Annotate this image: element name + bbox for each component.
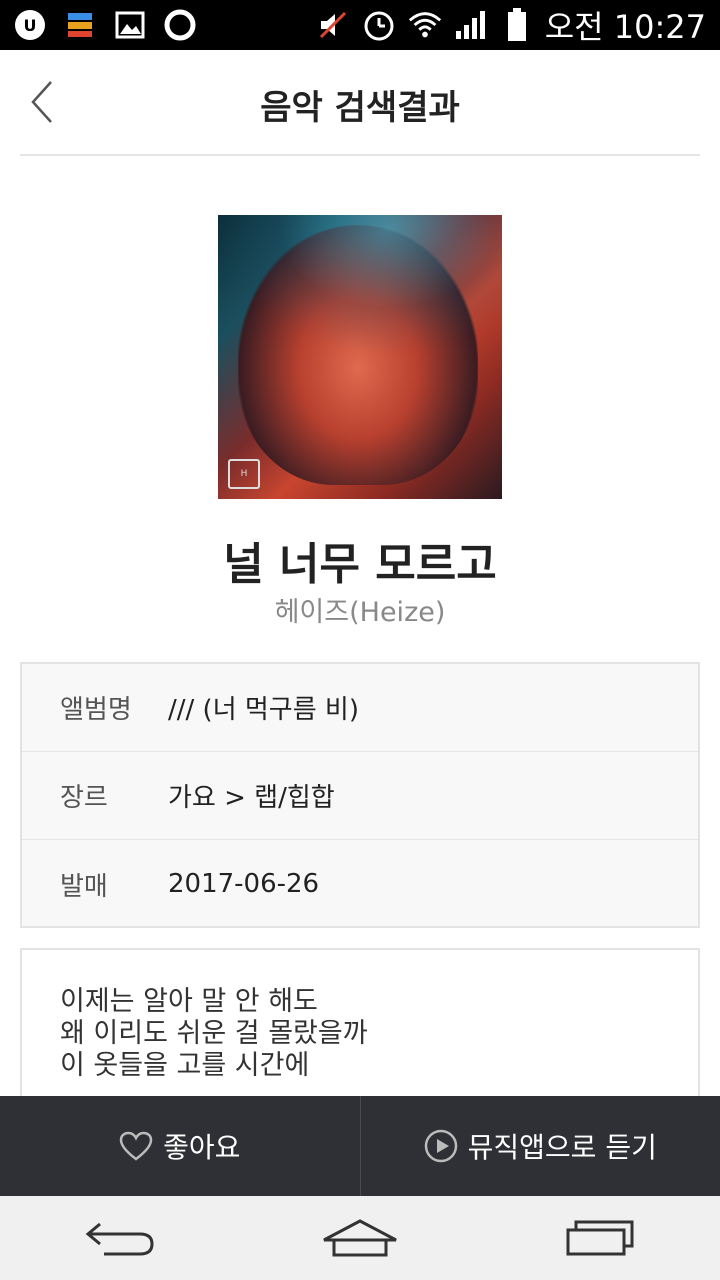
lyrics-panel[interactable]: 이제는 알아 말 안 해도 왜 이리도 쉬운 걸 몰랐을까 이 옷들을 고를 시… <box>20 948 700 1108</box>
like-button[interactable]: 좋아요 <box>0 1096 360 1196</box>
artist-name: 헤이즈(Heize) <box>274 597 446 628</box>
info-value: 가요 > 랩/힙합 <box>168 783 335 813</box>
home-icon <box>323 1219 397 1257</box>
battery-icon <box>499 7 535 43</box>
nav-home-button[interactable] <box>315 1208 405 1268</box>
info-value: 2017-06-26 <box>168 869 320 899</box>
wifi-icon <box>407 7 443 43</box>
song-title: 널 너무 모르고 <box>223 539 497 590</box>
like-label: 좋아요 <box>163 1131 241 1164</box>
cover-logo-icon: H <box>228 459 260 489</box>
mute-icon <box>315 7 351 43</box>
info-table: 앨범명 /// (너 먹구름 비) 장르 가요 > 랩/힙합 발매 2017-0… <box>20 662 700 928</box>
nav-back-button[interactable] <box>75 1208 165 1268</box>
lyric-line: 이제는 알아 말 안 해도 <box>60 986 318 1017</box>
uplus-icon: U <box>12 7 48 43</box>
status-time: 오전 10:27 <box>544 8 706 46</box>
system-nav-bar <box>0 1196 720 1280</box>
app-header: 음악 검색결과 <box>0 50 720 156</box>
listen-label: 뮤직앱으로 듣기 <box>467 1131 657 1164</box>
info-row-album: 앨범명 /// (너 먹구름 비) <box>22 664 698 752</box>
info-label: 앨범명 <box>60 695 132 725</box>
action-bar: 좋아요 뮤직앱으로 듣기 <box>0 1096 720 1196</box>
info-value: /// (너 먹구름 비) <box>168 695 359 725</box>
lyric-line: 이 옷들을 고를 시간에 <box>60 1050 310 1081</box>
alarm-icon <box>361 7 397 43</box>
play-circle-icon <box>424 1129 457 1163</box>
info-row-genre: 장르 가요 > 랩/힙합 <box>22 752 698 840</box>
back-arrow-icon <box>85 1222 154 1256</box>
gallery-icon <box>112 7 148 43</box>
album-cover: H <box>218 215 502 499</box>
heart-icon <box>119 1131 153 1161</box>
info-label: 발매 <box>60 871 108 902</box>
recent-apps-icon <box>566 1220 634 1256</box>
page-title: 음악 검색결과 <box>260 88 460 128</box>
signal-icon <box>453 7 489 43</box>
info-label: 장르 <box>60 783 108 813</box>
lyrics-text: 이제는 알아 말 안 해도 왜 이리도 쉬운 걸 몰랐을까 이 옷들을 고를 시… <box>22 950 698 1082</box>
info-row-release: 발매 2017-06-26 <box>22 840 698 928</box>
cover-glow <box>218 215 502 355</box>
header-divider <box>20 154 700 156</box>
circle-record-icon <box>162 7 198 43</box>
lyric-line: 왜 이리도 쉬운 걸 몰랐을까 <box>60 1018 368 1049</box>
nav-recents-button[interactable] <box>555 1208 645 1268</box>
status-bar: U 오전 10:27 <box>0 0 720 50</box>
listen-in-music-app-button[interactable]: 뮤직앱으로 듣기 <box>361 1096 720 1196</box>
app-grid-icon <box>62 7 98 43</box>
svg-text:U: U <box>24 16 37 35</box>
